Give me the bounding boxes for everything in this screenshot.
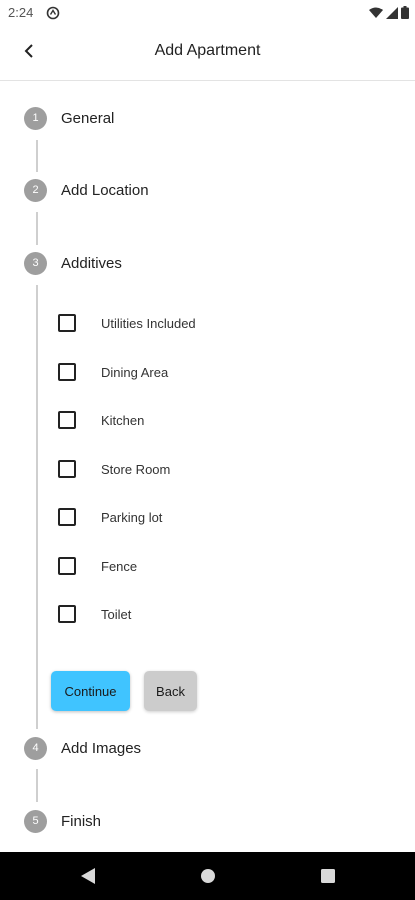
checkbox-label: Fence bbox=[101, 558, 138, 574]
step-number: 2 bbox=[24, 178, 47, 202]
step-finish[interactable]: 5 Finish bbox=[24, 809, 101, 833]
checkbox-box[interactable] bbox=[58, 508, 76, 526]
page-title: Add Apartment bbox=[154, 42, 261, 59]
checkbox-utilities-included[interactable]: Utilities Included bbox=[58, 313, 196, 333]
checkbox-dining-area[interactable]: Dining Area bbox=[58, 362, 168, 382]
status-time: 2:24 bbox=[8, 5, 34, 20]
step-title: Finish bbox=[61, 812, 102, 830]
step-general[interactable]: 1 General bbox=[24, 106, 114, 130]
checkbox-box[interactable] bbox=[58, 557, 76, 575]
checkbox-fence[interactable]: Fence bbox=[58, 556, 137, 576]
nav-back-icon[interactable] bbox=[78, 866, 98, 886]
step-add-images[interactable]: 4 Add Images bbox=[24, 736, 141, 760]
step-title: General bbox=[61, 109, 115, 127]
checkbox-label: Toilet bbox=[101, 606, 132, 622]
app-bar: Add Apartment bbox=[0, 26, 415, 81]
nav-recents-icon[interactable] bbox=[318, 866, 338, 886]
checkbox-kitchen[interactable]: Kitchen bbox=[58, 410, 144, 430]
step-title: Add Location bbox=[61, 181, 149, 199]
checkbox-box[interactable] bbox=[58, 314, 76, 332]
step-add-location[interactable]: 2 Add Location bbox=[24, 178, 149, 202]
step-number: 4 bbox=[24, 736, 47, 760]
checkbox-parking-lot[interactable]: Parking lot bbox=[58, 507, 162, 527]
checkbox-box[interactable] bbox=[58, 363, 76, 381]
signal-icon bbox=[386, 6, 398, 24]
step-additives[interactable]: 3 Additives bbox=[24, 251, 122, 275]
checkbox-store-room[interactable]: Store Room bbox=[58, 459, 170, 479]
checkbox-label: Parking lot bbox=[101, 509, 163, 525]
nav-home-icon[interactable] bbox=[198, 866, 218, 886]
system-nav-bar bbox=[0, 852, 415, 900]
step-number: 3 bbox=[24, 251, 47, 275]
step-connector-2 bbox=[36, 212, 38, 245]
checkbox-box[interactable] bbox=[58, 605, 76, 623]
wifi-icon bbox=[369, 6, 383, 24]
step-number: 1 bbox=[24, 106, 47, 130]
back-step-button[interactable]: Back bbox=[144, 671, 197, 711]
continue-button[interactable]: Continue bbox=[51, 671, 130, 711]
status-icons bbox=[369, 6, 409, 24]
checkbox-box[interactable] bbox=[58, 460, 76, 478]
checkbox-label: Kitchen bbox=[101, 412, 145, 428]
sync-icon bbox=[46, 6, 60, 20]
step-title: Add Images bbox=[61, 739, 142, 757]
checkbox-label: Utilities Included bbox=[101, 315, 196, 331]
step-connector-3 bbox=[36, 285, 38, 729]
status-bar: 2:24 bbox=[0, 0, 415, 26]
step-connector-1 bbox=[36, 140, 38, 172]
step-title: Additives bbox=[61, 254, 122, 272]
checkbox-toilet[interactable]: Toilet bbox=[58, 604, 131, 624]
step-connector-4 bbox=[36, 769, 38, 802]
checkbox-label: Dining Area bbox=[101, 364, 169, 380]
checkbox-box[interactable] bbox=[58, 411, 76, 429]
battery-icon bbox=[401, 6, 409, 24]
step-number: 5 bbox=[24, 809, 47, 833]
checkbox-label: Store Room bbox=[101, 461, 171, 477]
